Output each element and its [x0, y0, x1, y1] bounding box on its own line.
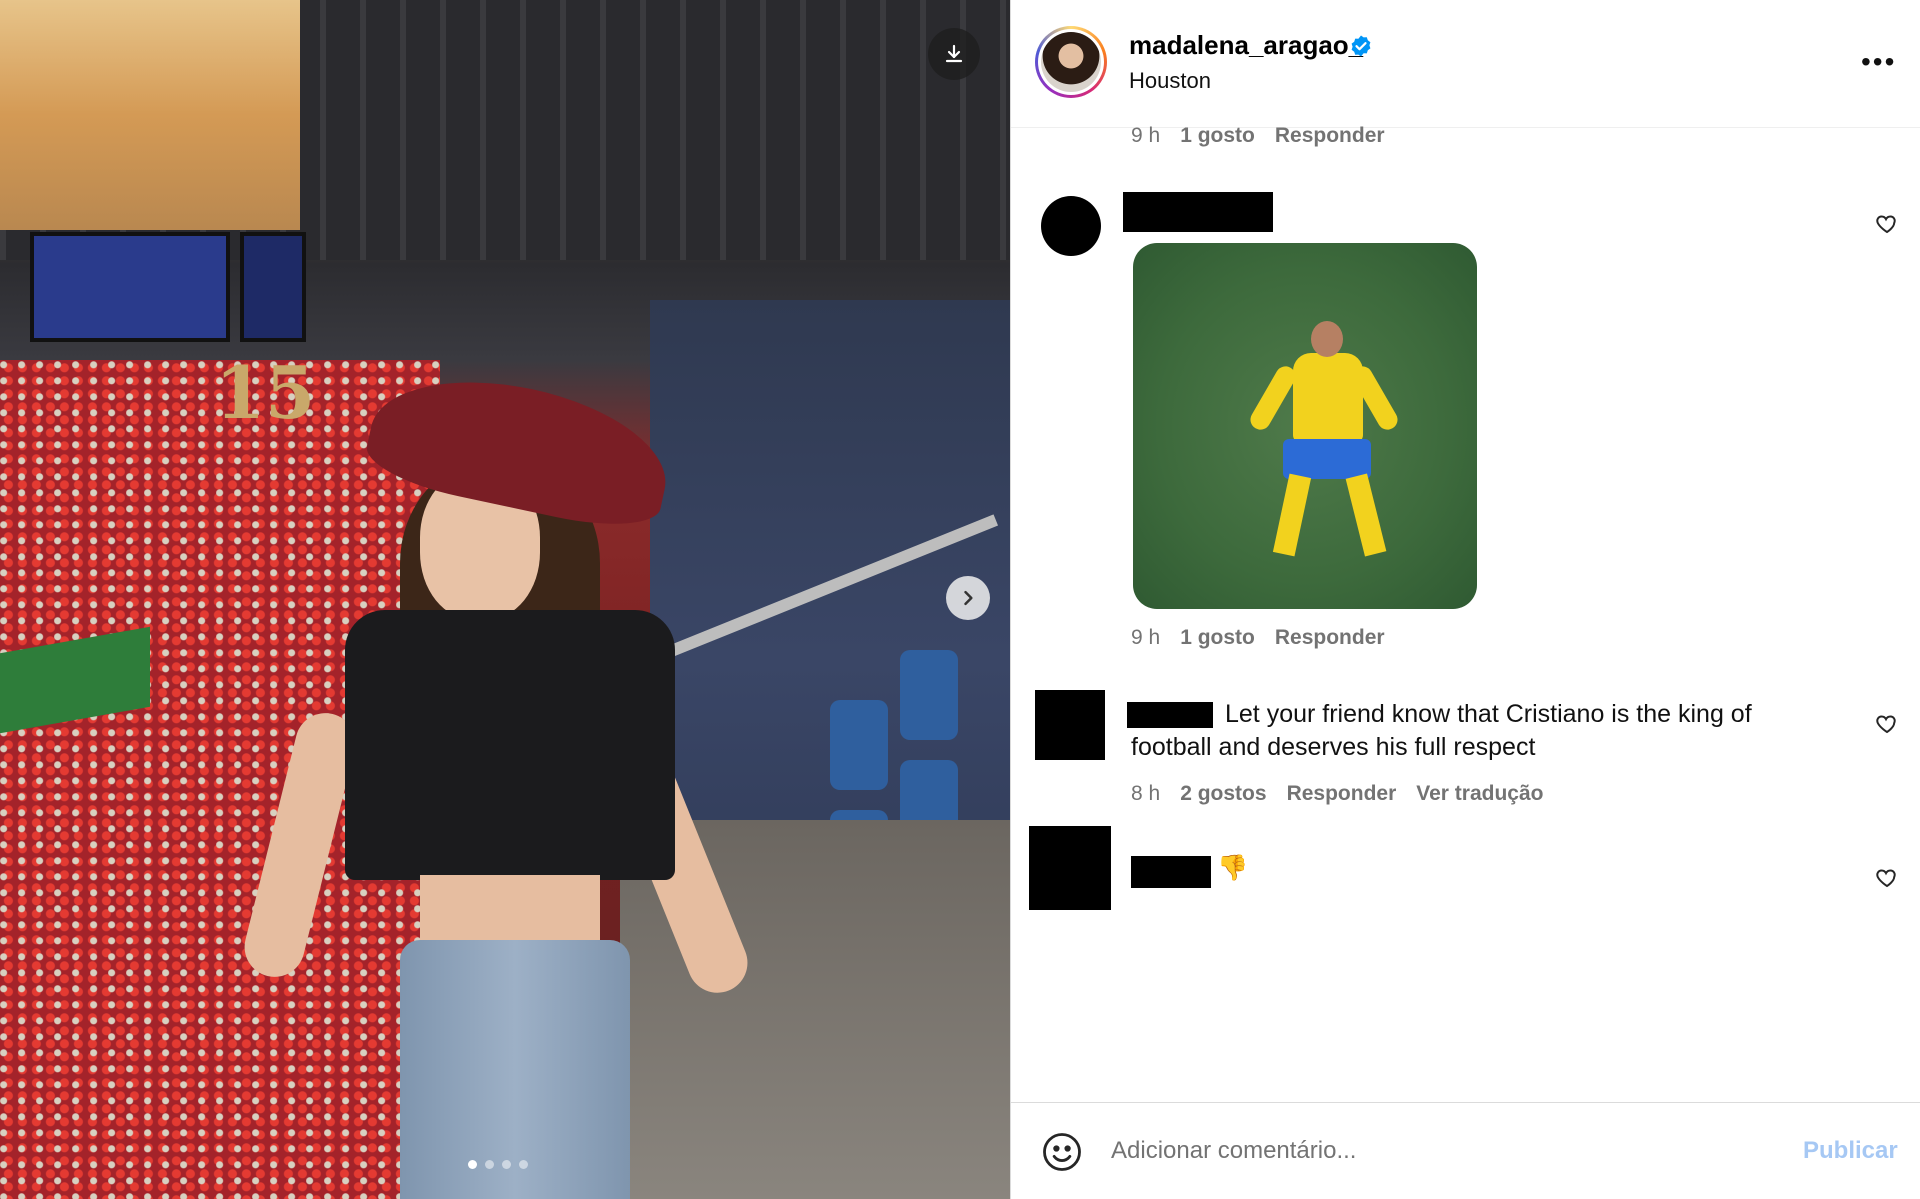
- comment-meta: 9 h 1 gosto Responder: [1131, 626, 1385, 650]
- location-link[interactable]: Houston: [1129, 68, 1211, 94]
- more-options-button[interactable]: •••: [1861, 46, 1896, 78]
- comment-time: 9 h: [1131, 626, 1161, 649]
- post-header: madalena_aragao_ Houston •••: [1011, 0, 1920, 128]
- comment-text: Let your friend know that Cristiano is t…: [1131, 700, 1752, 761]
- reply-button[interactable]: Responder: [1287, 782, 1397, 806]
- comment-composer: Publicar: [1011, 1102, 1920, 1199]
- like-heart-icon[interactable]: [1875, 866, 1899, 890]
- gif-figure: [1293, 353, 1363, 443]
- like-heart-icon[interactable]: [1875, 712, 1899, 736]
- stadium-skylight: [0, 0, 300, 230]
- stadium-screen: [30, 232, 230, 342]
- jersey-number: 15: [215, 350, 316, 435]
- verified-badge-icon: [1351, 35, 1371, 57]
- post-photo[interactable]: 15: [0, 0, 1010, 1199]
- comment-time: 9 h: [1131, 124, 1161, 147]
- download-icon: [945, 44, 963, 63]
- gif-figure: [1272, 473, 1312, 557]
- carousel-dots: [468, 1160, 528, 1169]
- see-translation-button[interactable]: Ver tradução: [1416, 782, 1543, 806]
- comments-panel: madalena_aragao_ Houston ••• 9 h 1 gosto…: [1010, 0, 1920, 1199]
- like-heart-icon[interactable]: [1875, 212, 1899, 236]
- publish-button[interactable]: Publicar: [1803, 1137, 1898, 1165]
- redacted-username: [1123, 192, 1273, 232]
- gif-figure: [1283, 439, 1371, 479]
- carousel-dot[interactable]: [485, 1160, 494, 1169]
- comment-gif[interactable]: [1133, 243, 1477, 609]
- gif-figure: [1345, 473, 1387, 557]
- seat: [900, 650, 958, 740]
- chevron-right-icon: [964, 590, 973, 606]
- woman-figure: [238, 358, 810, 1199]
- commenter-avatar[interactable]: [1029, 826, 1111, 910]
- next-photo-button[interactable]: [946, 576, 990, 620]
- stadium-screen-logo: [240, 232, 306, 342]
- comment-meta: 8 h 2 gostos Responder Ver tradução: [1131, 782, 1543, 806]
- commenter-avatar[interactable]: [1041, 196, 1101, 256]
- comment-time: 8 h: [1131, 782, 1161, 805]
- reply-button[interactable]: Responder: [1275, 124, 1385, 148]
- comment-likes[interactable]: 1 gosto: [1180, 124, 1255, 148]
- arm: [238, 706, 362, 984]
- jersey: [345, 610, 675, 880]
- redacted-username: [1131, 856, 1211, 888]
- carousel-dot-active[interactable]: [468, 1160, 477, 1169]
- more-icon: •••: [1861, 46, 1897, 77]
- comment-likes[interactable]: 2 gostos: [1180, 782, 1266, 806]
- comment-input[interactable]: [1111, 1131, 1751, 1171]
- gif-figure: [1311, 321, 1343, 357]
- gif-figure: [1246, 362, 1300, 434]
- emoji-icon[interactable]: [1041, 1131, 1083, 1173]
- avatar[interactable]: [1035, 26, 1107, 98]
- carousel-dot[interactable]: [519, 1160, 528, 1169]
- commenter-avatar[interactable]: [1035, 690, 1105, 760]
- username-link[interactable]: madalena_aragao_: [1129, 30, 1363, 61]
- avatar-image: [1041, 32, 1101, 92]
- reply-button[interactable]: Responder: [1275, 626, 1385, 650]
- download-button[interactable]: [928, 28, 980, 80]
- comment-likes[interactable]: 1 gosto: [1180, 626, 1255, 650]
- comment-meta: 9 h 1 gosto Responder: [1131, 124, 1385, 148]
- carousel-dot[interactable]: [502, 1160, 511, 1169]
- comment-emoji: 👎: [1217, 854, 1249, 882]
- seat: [830, 700, 888, 790]
